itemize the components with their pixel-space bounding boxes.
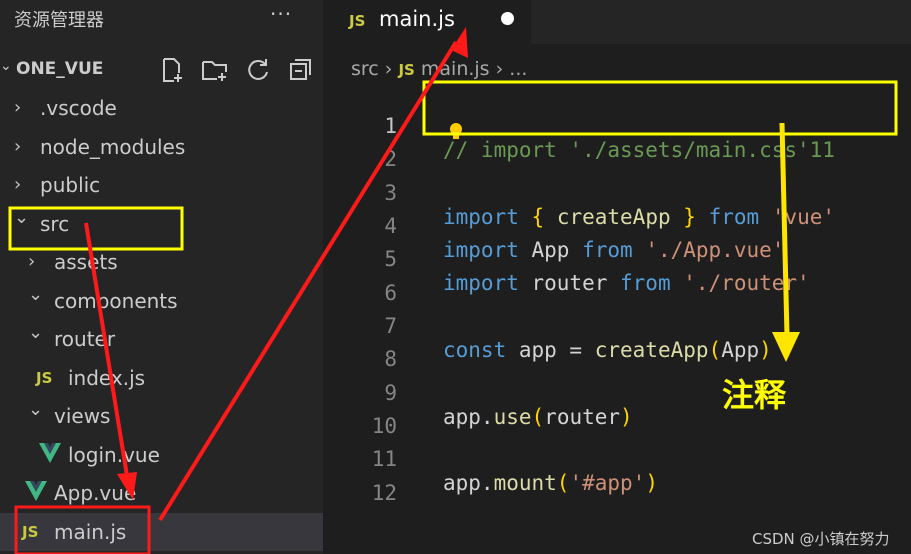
chevron-down-icon: ⌄ [14,207,30,228]
tree-item-label: components [54,289,178,313]
tree-item-router[interactable]: ⌄ router [0,320,323,358]
code-line[interactable]: 9 app.use(router) [323,357,911,429]
annotation-label: 注释 [722,376,787,414]
chevron-down-icon: ⌄ [28,284,44,305]
breadcrumb-separator: › [384,58,393,80]
watermark: CSDN @小镇在努力 [752,530,890,548]
tree-item-app-vue[interactable]: App.vue [0,474,323,512]
new-file-icon[interactable] [158,56,186,84]
more-actions-icon[interactable]: ··· [270,2,292,26]
explorer-sidebar: 资源管理器 ··· ⌄ ONE_VUE › .vscode › node_mod… [0,0,323,554]
new-folder-icon[interactable] [200,56,228,84]
refresh-icon[interactable] [244,56,272,84]
tree-item-index-js[interactable]: JS index.js [0,359,323,397]
chevron-right-icon: › [14,136,22,157]
unsaved-dot-icon[interactable] [501,12,514,25]
tree-item-public[interactable]: › public [0,166,323,204]
tab-main-js[interactable]: JS main.js [323,0,531,44]
js-file-icon: JS [22,523,39,541]
code-line[interactable]: 8 [323,323,911,371]
chevron-right-icon: › [28,251,36,272]
code-line[interactable]: 2 [323,123,911,171]
tree-item-label: App.vue [54,481,137,505]
breadcrumb-more[interactable]: › ... [496,58,528,80]
tab-bar: JS main.js [323,0,911,44]
tree-item-label: src [40,212,70,236]
code-line[interactable]: 3 import { createApp } from 'vue' [323,157,911,229]
code-line[interactable]: 6 [323,257,911,305]
js-file-icon: JS [349,12,366,30]
tree-item-node-modules[interactable]: › node_modules [0,128,323,166]
vue-file-icon [38,442,62,464]
vue-file-icon [24,480,48,502]
tree-item-label: router [54,327,116,351]
collapse-all-icon[interactable] [286,56,314,84]
chevron-right-icon: › [14,174,22,195]
tree-item-vscode[interactable]: › .vscode [0,89,323,127]
code-line[interactable]: 10 [323,390,911,438]
tree-item-components[interactable]: ⌄ components [0,282,323,320]
code-line[interactable]: 12 [323,457,911,505]
tree-item-src[interactable]: ⌄ src [0,205,323,243]
code-line[interactable]: 7 const app = createApp(App) [323,290,911,362]
tree-item-assets[interactable]: › assets [0,243,323,281]
js-file-icon: JS [398,61,415,79]
tree-item-label: assets [54,250,118,274]
tree-item-label: index.js [68,366,146,390]
tree-item-views[interactable]: ⌄ views [0,397,323,435]
chevron-down-icon: ⌄ [28,399,44,420]
chevron-right-icon: › [14,97,22,118]
lightbulb-icon[interactable] [448,122,464,142]
tree-item-login-vue[interactable]: login.vue [0,436,323,474]
chevron-down-icon: ⌄ [28,322,44,343]
line-number: 12 [371,481,397,505]
tree-item-label: public [40,173,101,197]
code-editor: JS main.js src › JS main.js › ... 1 // i… [323,0,911,554]
breadcrumb-folder[interactable]: src [351,58,379,80]
code-line[interactable]: 5 import router from './router' [323,223,911,295]
js-file-icon: JS [36,369,53,387]
breadcrumb-file[interactable]: main.js [421,58,490,80]
chevron-down-icon: ⌄ [0,58,12,74]
tree-item-label: node_modules [40,135,186,159]
tree-item-main-js[interactable]: JS main.js [0,513,323,551]
tree-item-label: main.js [54,520,127,544]
tree-item-label: login.vue [68,443,160,467]
tree-item-label: .vscode [40,96,117,120]
code-line[interactable]: 11 app.mount('#app') [323,423,911,495]
code-line[interactable]: 1 // import './assets/main.css'11 [323,90,911,162]
explorer-title: 资源管理器 [14,10,104,31]
tree-item-label: views [54,404,111,428]
code-line[interactable]: 4 import App from './App.vue' [323,190,911,262]
tab-label: main.js [379,7,455,31]
project-name: ONE_VUE [16,59,104,79]
breadcrumb: src › JS main.js › ... [351,58,527,80]
